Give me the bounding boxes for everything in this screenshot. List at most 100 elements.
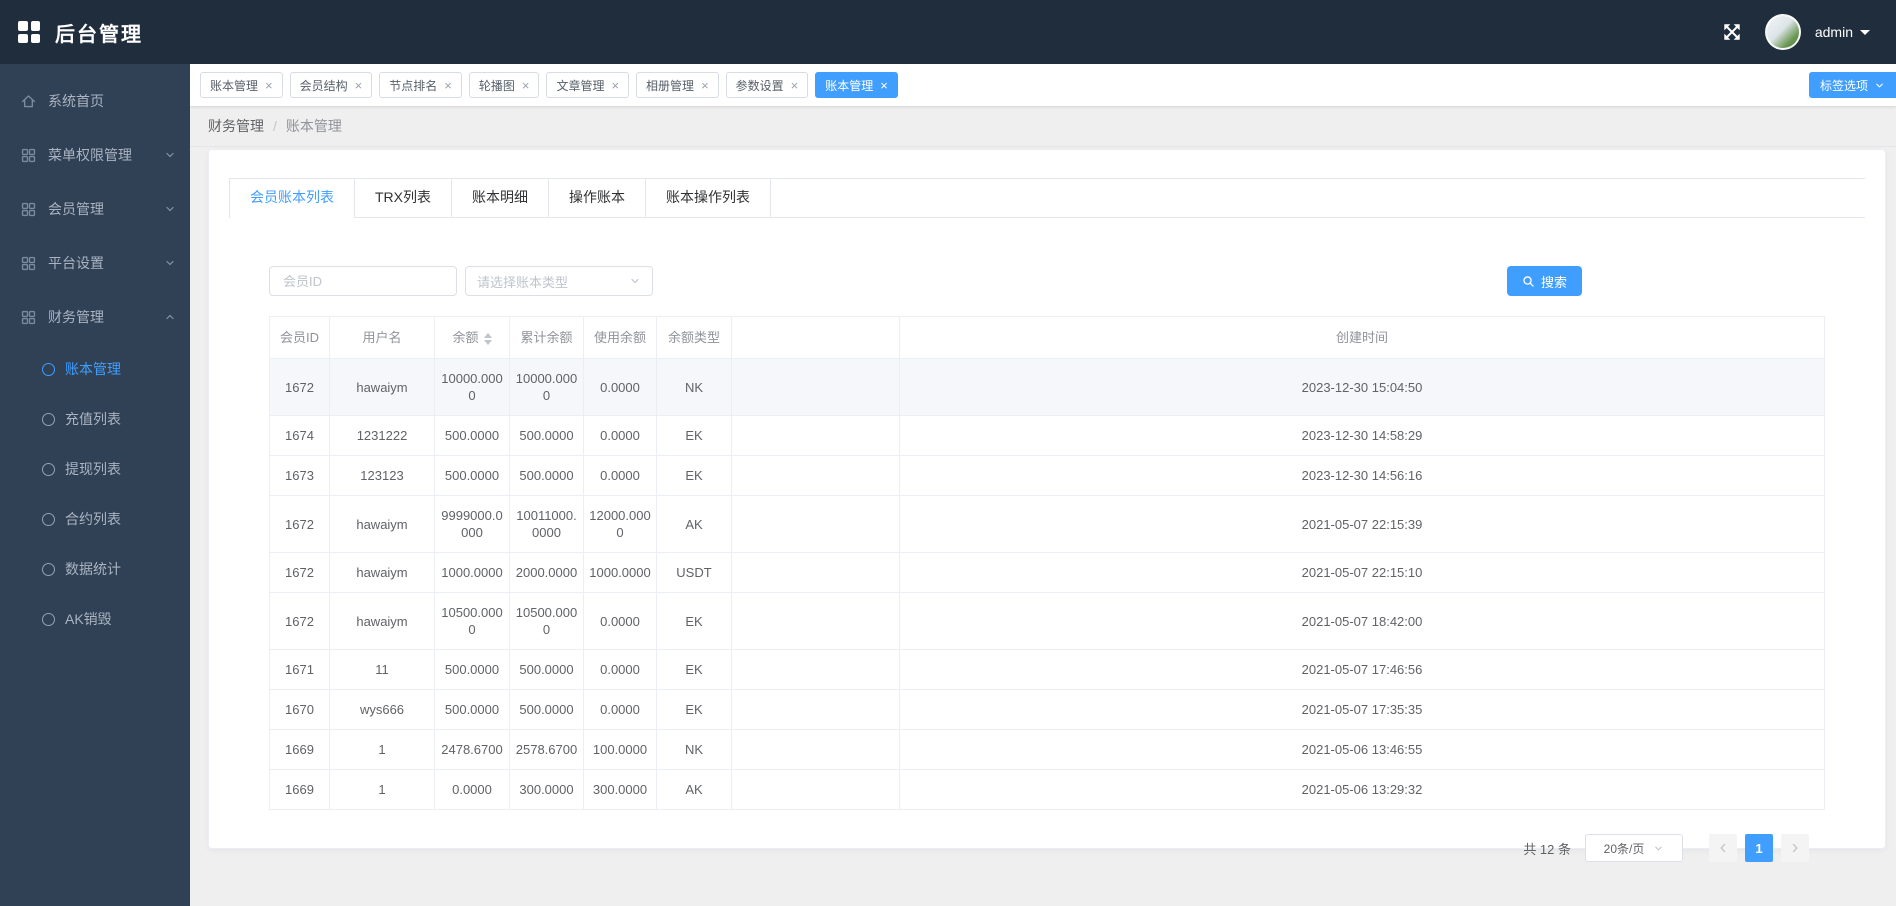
content-tab[interactable]: 操作账本 (549, 179, 646, 217)
sidebar-subitem[interactable]: 提现列表 (0, 444, 190, 494)
close-icon[interactable]: × (355, 79, 363, 92)
chevron-down-icon (164, 149, 176, 161)
table-cell: 0.0000 (583, 689, 657, 730)
sidebar-item[interactable]: 财务管理 (0, 290, 190, 344)
open-tab-chip[interactable]: 账本管理 × (200, 72, 283, 98)
breadcrumb-item[interactable]: 财务管理 (208, 116, 264, 136)
table-cell (731, 649, 900, 690)
close-icon[interactable]: × (701, 79, 709, 92)
chevron-down-icon (1653, 843, 1664, 854)
fullscreen-icon[interactable] (1721, 21, 1743, 43)
tab-pane: 请选择账本类型 搜索 会员ID 用户名 余额 累计余额 使用余额 余额类型 创建时间 167… (229, 266, 1865, 862)
open-tab-chip[interactable]: 账本管理 × (815, 72, 898, 98)
tag-options-button[interactable]: 标签选项 (1808, 72, 1896, 98)
table-cell: 10500.0000 (509, 592, 584, 650)
table-row: 1669 1 2478.6700 2578.6700 100.0000 NK 2021-05… (269, 729, 1825, 770)
table-cell: 2021-05-06 13:29:32 (899, 769, 1825, 810)
close-icon[interactable]: × (265, 79, 273, 92)
open-tab-label: 会员结构 (299, 78, 348, 93)
close-icon[interactable]: × (611, 79, 619, 92)
open-tab-label: 轮播图 (478, 78, 515, 93)
table-cell (731, 769, 900, 810)
table-cell: 500.0000 (434, 649, 510, 690)
sort-caret-icon[interactable] (483, 332, 492, 345)
table-cell: 2021-05-07 17:46:56 (899, 649, 1825, 690)
close-icon[interactable]: × (444, 79, 452, 92)
table-cell: EK (656, 455, 732, 496)
open-tab-chip[interactable]: 节点排名 × (379, 72, 462, 98)
table-cell: 0.0000 (583, 455, 657, 496)
open-tab-chip[interactable]: 轮播图 × (468, 72, 540, 98)
column-header[interactable]: 余额 (434, 316, 510, 359)
close-icon[interactable]: × (880, 79, 888, 92)
table-cell: 123123 (329, 455, 435, 496)
open-tab-chip[interactable]: 文章管理 × (546, 72, 630, 98)
sidebar-item[interactable]: 会员管理 (0, 182, 190, 236)
open-tab-label: 文章管理 (556, 78, 605, 93)
sidebar-item[interactable]: 系统首页 (0, 74, 190, 128)
close-icon[interactable]: × (522, 79, 530, 92)
sidebar-subitem[interactable]: 合约列表 (0, 494, 190, 544)
next-page-button[interactable] (1781, 834, 1809, 862)
sidebar-subitem-label: AK销毁 (65, 611, 112, 627)
table-cell (731, 495, 900, 553)
sidebar-subitem[interactable]: 充值列表 (0, 394, 190, 444)
table-cell: 12000.0000 (583, 495, 657, 553)
circle-outline-icon (42, 612, 55, 626)
open-tab-label: 账本管理 (210, 78, 259, 93)
search-button[interactable]: 搜索 (1506, 266, 1582, 296)
content-tab[interactable]: TRX列表 (355, 179, 452, 217)
column-header: 用户名 (329, 316, 435, 359)
content-tab[interactable]: 账本明细 (452, 179, 549, 217)
dashboard-grid-icon (18, 21, 40, 43)
content-tab[interactable]: 账本操作列表 (646, 179, 771, 217)
table-cell: 1672 (269, 552, 330, 593)
table-cell: 1669 (269, 729, 330, 770)
open-tab-chip[interactable]: 参数设置 × (725, 72, 809, 98)
user-menu[interactable]: admin (1815, 24, 1870, 40)
table-cell: 2021-05-06 13:46:55 (899, 729, 1825, 770)
table-cell: NK (656, 358, 732, 416)
column-header: 使用余额 (583, 316, 657, 359)
sidebar-subitem[interactable]: 账本管理 (0, 344, 190, 394)
table-cell: 10500.0000 (434, 592, 510, 650)
page-number-button[interactable]: 1 (1745, 834, 1773, 862)
table-cell: 300.0000 (509, 769, 584, 810)
accounts-table: 会员ID 用户名 余额 累计余额 使用余额 余额类型 创建时间 1672 hawaiym 100… (269, 316, 1825, 810)
page-size-label: 20条/页 (1603, 841, 1645, 856)
sidebar-item-label: 财务管理 (48, 309, 104, 325)
sidebar-item[interactable]: 菜单权限管理 (0, 128, 190, 182)
sidebar-item[interactable]: 平台设置 (0, 236, 190, 290)
sidebar-subitem[interactable]: AK销毁 (0, 594, 190, 644)
table-cell: 2000.0000 (509, 552, 584, 593)
grid-icon (20, 309, 37, 326)
table-cell: 500.0000 (509, 455, 584, 496)
account-type-select[interactable]: 请选择账本类型 (465, 266, 653, 296)
table-cell (731, 552, 900, 593)
sidebar-subitem-label: 充值列表 (65, 411, 121, 427)
table-cell: 500.0000 (434, 415, 510, 456)
grid-icon (20, 147, 37, 164)
app-title: 后台管理 (55, 23, 143, 46)
page-size-select[interactable]: 20条/页 (1585, 834, 1683, 862)
content-tabs: 会员账本列表 TRX列表 账本明细 操作账本 账本操作列表 (229, 178, 1865, 218)
chevron-down-icon (164, 203, 176, 215)
table-row: 1672 hawaiym 10000.0000 10000.0000 0.0000 NK 2… (269, 358, 1825, 416)
open-tab-label: 相册管理 (646, 78, 695, 93)
close-icon[interactable]: × (791, 79, 799, 92)
table-cell: 1670 (269, 689, 330, 730)
open-tab-label: 节点排名 (389, 78, 438, 93)
table-cell: 1 (329, 729, 435, 770)
table-cell: 10000.0000 (509, 358, 584, 416)
user-avatar[interactable] (1764, 14, 1801, 50)
column-header-label: 余额 (452, 330, 479, 345)
sidebar-subitem[interactable]: 数据统计 (0, 544, 190, 594)
member-id-input[interactable] (269, 266, 457, 296)
prev-page-button[interactable] (1709, 834, 1737, 862)
open-tab-chip[interactable]: 相册管理 × (636, 72, 719, 98)
sidebar-subitem-label: 数据统计 (65, 561, 121, 577)
open-tab-chip[interactable]: 会员结构 × (289, 72, 373, 98)
sidebar-subitem-label: 提现列表 (65, 461, 121, 477)
column-header-label: 会员ID (279, 330, 319, 345)
content-tab[interactable]: 会员账本列表 (229, 179, 355, 218)
